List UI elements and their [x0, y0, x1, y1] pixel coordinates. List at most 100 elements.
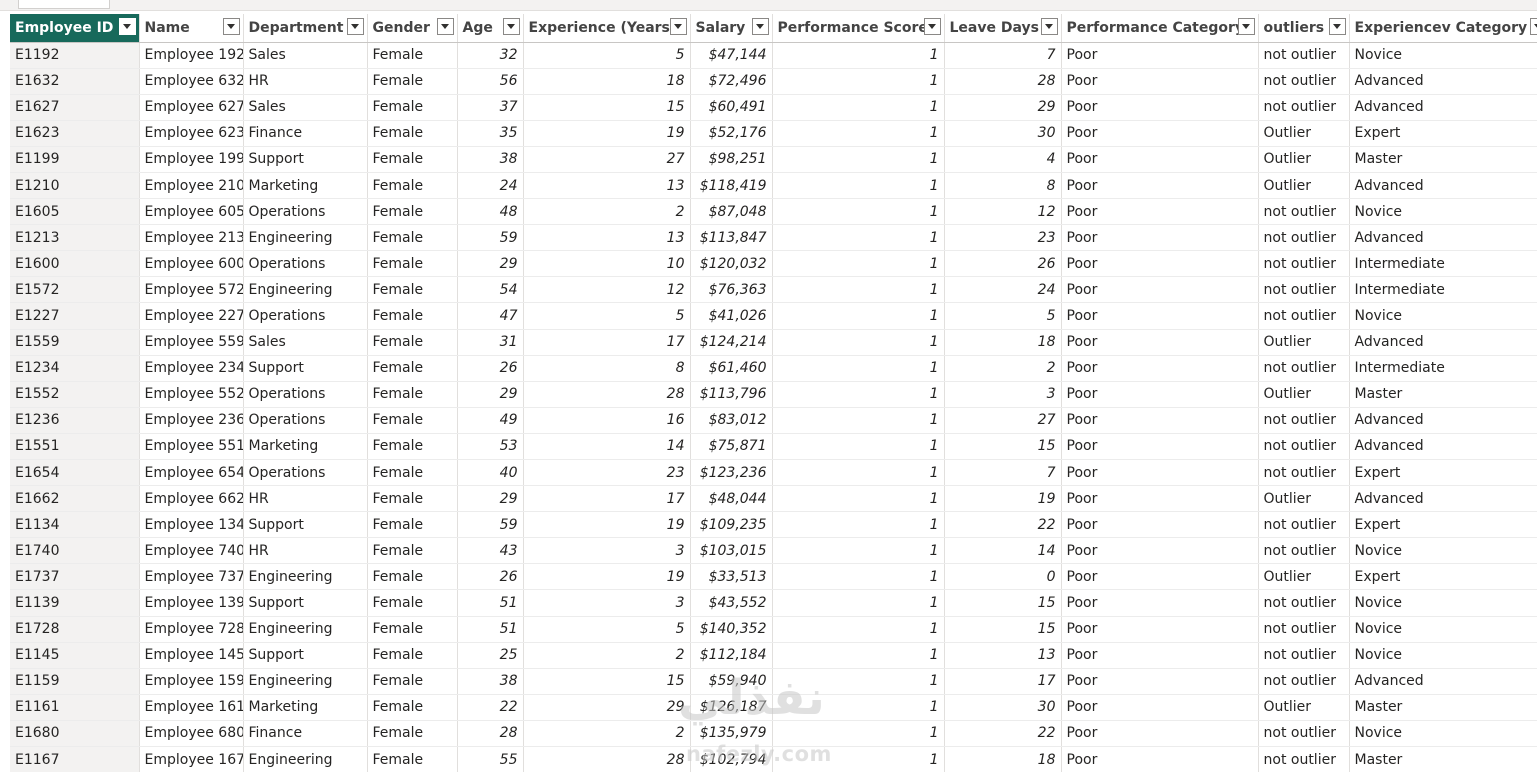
cell-salary[interactable]: $87,048 [690, 198, 773, 226]
cell-department[interactable]: Engineering [243, 668, 368, 695]
cell-performance-score[interactable]: 1 [772, 642, 945, 669]
table-row[interactable]: E1559 Employee 559 Sales Female 31 17 $124,214… [10, 329, 1537, 356]
cell-department[interactable]: Finance [243, 120, 368, 147]
cell-experience-category[interactable]: Novice [1349, 589, 1537, 617]
cell-age[interactable]: 22 [457, 694, 524, 721]
filter-dropdown-button[interactable] [1328, 18, 1346, 35]
table-row[interactable]: E1236 Employee 236 Operations Female 49 16 $83… [10, 407, 1537, 434]
cell-age[interactable]: 54 [457, 276, 524, 304]
cell-salary[interactable]: $135,979 [690, 720, 773, 748]
cell-department[interactable]: HR [243, 485, 368, 513]
cell-age[interactable]: 38 [457, 146, 524, 173]
cell-name[interactable]: Employee 737 [139, 563, 244, 591]
cell-department[interactable]: HR [243, 537, 368, 565]
cell-leave-days[interactable]: 3 [944, 381, 1062, 408]
cell-leave-days[interactable]: 27 [944, 407, 1062, 434]
cell-salary[interactable]: $113,847 [690, 224, 773, 252]
cell-performance-score[interactable]: 1 [772, 250, 945, 278]
cell-name[interactable]: Employee 654 [139, 459, 244, 487]
column-header-gender[interactable]: Gender [367, 14, 458, 43]
cell-experience-category[interactable]: Expert [1349, 563, 1537, 591]
cell-department[interactable]: Operations [243, 381, 368, 408]
cell-salary[interactable]: $60,491 [690, 94, 773, 121]
cell-age[interactable]: 29 [457, 381, 524, 408]
cell-experience-category[interactable]: Advanced [1349, 329, 1537, 356]
cell-outliers[interactable]: Outlier [1258, 381, 1350, 408]
cell-performance-score[interactable]: 1 [772, 198, 945, 226]
cell-performance-category[interactable]: Poor [1061, 746, 1259, 772]
table-row[interactable]: E1234 Employee 234 Support Female 26 8 $61,460… [10, 355, 1537, 382]
cell-id[interactable]: E1213 [10, 224, 140, 252]
cell-age[interactable]: 26 [457, 355, 524, 382]
cell-gender[interactable]: Female [367, 694, 458, 721]
filter-dropdown-button[interactable] [923, 18, 941, 35]
cell-performance-category[interactable]: Poor [1061, 198, 1259, 226]
cell-age[interactable]: 43 [457, 537, 524, 565]
cell-department[interactable]: Support [243, 511, 368, 539]
cell-name[interactable]: Employee 632 [139, 68, 244, 95]
cell-experience-category[interactable]: Intermediate [1349, 276, 1537, 304]
cell-performance-score[interactable]: 1 [772, 407, 945, 434]
cell-experience[interactable]: 2 [523, 720, 691, 748]
cell-salary[interactable]: $52,176 [690, 120, 773, 147]
table-row[interactable]: E1740 Employee 740 HR Female 43 3 $103,015 1 14 P… [10, 537, 1537, 565]
cell-age[interactable]: 38 [457, 668, 524, 695]
cell-outliers[interactable]: not outlier [1258, 276, 1350, 304]
cell-outliers[interactable]: not outlier [1258, 68, 1350, 95]
cell-gender[interactable]: Female [367, 563, 458, 591]
cell-gender[interactable]: Female [367, 172, 458, 200]
cell-gender[interactable]: Female [367, 329, 458, 356]
cell-leave-days[interactable]: 24 [944, 276, 1062, 304]
cell-experience[interactable]: 19 [523, 563, 691, 591]
cell-outliers[interactable]: not outlier [1258, 355, 1350, 382]
cell-salary[interactable]: $123,236 [690, 459, 773, 487]
cell-salary[interactable]: $126,187 [690, 694, 773, 721]
cell-salary[interactable]: $98,251 [690, 146, 773, 173]
column-header-outliers[interactable]: outliers [1258, 14, 1350, 43]
cell-age[interactable]: 51 [457, 589, 524, 617]
cell-gender[interactable]: Female [367, 537, 458, 565]
cell-name[interactable]: Employee 134 [139, 511, 244, 539]
table-row[interactable]: E1680 Employee 680 Finance Female 28 2 $135,97… [10, 720, 1537, 748]
cell-department[interactable]: Operations [243, 250, 368, 278]
cell-age[interactable]: 49 [457, 407, 524, 434]
cell-leave-days[interactable]: 18 [944, 329, 1062, 356]
cell-name[interactable]: Employee 552 [139, 381, 244, 408]
table-row[interactable]: E1551 Employee 551 Marketing Female 53 14 $75,… [10, 433, 1537, 461]
cell-experience[interactable]: 5 [523, 42, 691, 69]
cell-performance-category[interactable]: Poor [1061, 589, 1259, 617]
cell-salary[interactable]: $124,214 [690, 329, 773, 356]
filter-dropdown-button[interactable] [502, 18, 520, 35]
cell-experience[interactable]: 13 [523, 172, 691, 200]
cell-performance-score[interactable]: 1 [772, 616, 945, 643]
cell-id[interactable]: E1199 [10, 146, 140, 173]
cell-outliers[interactable]: not outlier [1258, 746, 1350, 772]
cell-experience[interactable]: 27 [523, 146, 691, 173]
cell-age[interactable]: 24 [457, 172, 524, 200]
cell-outliers[interactable]: not outlier [1258, 94, 1350, 121]
cell-performance-score[interactable]: 1 [772, 433, 945, 461]
cell-age[interactable]: 31 [457, 329, 524, 356]
cell-leave-days[interactable]: 26 [944, 250, 1062, 278]
cell-salary[interactable]: $140,352 [690, 616, 773, 643]
cell-id[interactable]: E1662 [10, 485, 140, 513]
cell-name[interactable]: Employee 662 [139, 485, 244, 513]
table-row[interactable]: E1572 Employee 572 Engineering Female 54 12 $7… [10, 276, 1537, 304]
cell-salary[interactable]: $120,032 [690, 250, 773, 278]
cell-leave-days[interactable]: 29 [944, 94, 1062, 121]
cell-gender[interactable]: Female [367, 746, 458, 772]
cell-department[interactable]: Marketing [243, 172, 368, 200]
cell-age[interactable]: 37 [457, 94, 524, 121]
cell-name[interactable]: Employee 680 [139, 720, 244, 748]
cell-id[interactable]: E1600 [10, 250, 140, 278]
cell-id[interactable]: E1552 [10, 381, 140, 408]
cell-outliers[interactable]: not outlier [1258, 537, 1350, 565]
cell-gender[interactable]: Female [367, 224, 458, 252]
cell-department[interactable]: Sales [243, 42, 368, 69]
cell-age[interactable]: 32 [457, 42, 524, 69]
cell-performance-score[interactable]: 1 [772, 302, 945, 330]
cell-gender[interactable]: Female [367, 433, 458, 461]
cell-id[interactable]: E1654 [10, 459, 140, 487]
cell-experience[interactable]: 16 [523, 407, 691, 434]
cell-id[interactable]: E1737 [10, 563, 140, 591]
